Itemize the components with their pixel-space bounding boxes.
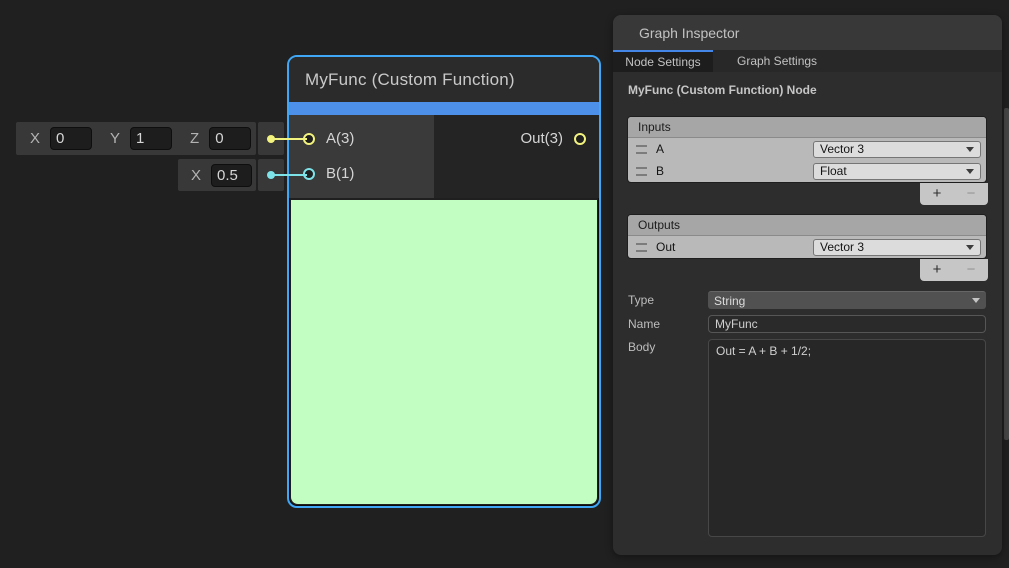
node-output-ports: Out(3)	[434, 115, 599, 198]
remove-input-button[interactable]: −	[967, 183, 976, 205]
input-a-type-value: Vector 3	[820, 142, 864, 156]
port-row-a: A(3)	[289, 121, 434, 156]
type-label: Type	[628, 293, 654, 307]
graph-inspector-panel: Graph Inspector Node Settings Graph Sett…	[613, 15, 1002, 555]
float-x-label: X	[191, 167, 201, 184]
type-value: String	[714, 294, 745, 308]
output-out-type-value: Vector 3	[820, 240, 864, 254]
vector3-input-widget: X 0 Y 1 Z 0	[16, 122, 256, 155]
inputs-add-remove-bar: + −	[920, 183, 988, 205]
edge-wire-b[interactable]	[271, 174, 307, 176]
vector3-x-label: X	[30, 130, 40, 147]
dropdown-arrow-icon	[966, 169, 974, 174]
port-a-label: A(3)	[326, 130, 354, 147]
output-port-out-icon[interactable]	[574, 133, 586, 145]
float-x-field[interactable]: 0.5	[211, 164, 252, 187]
input-b-name: B	[656, 164, 664, 178]
float-input-widget: X 0.5	[178, 159, 256, 191]
tab-graph-settings-label: Graph Settings	[737, 54, 817, 68]
port-row-out: Out(3)	[520, 121, 599, 156]
inspector-header[interactable]: Graph Inspector	[613, 15, 1002, 50]
add-output-button[interactable]: +	[933, 259, 942, 281]
drag-handle-icon[interactable]	[636, 145, 647, 154]
edge-wire-a[interactable]	[271, 138, 307, 140]
node-settings-heading: MyFunc (Custom Function) Node	[613, 72, 1002, 97]
body-label: Body	[628, 340, 655, 354]
tab-node-settings-label: Node Settings	[625, 55, 700, 69]
vector3-z-label: Z	[190, 130, 199, 147]
dropdown-arrow-icon	[966, 245, 974, 250]
outputs-add-remove-bar: + −	[920, 259, 988, 281]
port-row-b: B(1)	[289, 156, 434, 191]
dropdown-arrow-icon	[966, 147, 974, 152]
inputs-box-header: Inputs	[628, 117, 986, 138]
input-b-type-dropdown[interactable]: Float	[813, 163, 981, 180]
output-out-type-dropdown[interactable]: Vector 3	[813, 239, 981, 256]
port-out-label: Out(3)	[520, 130, 563, 147]
vector3-z-field[interactable]: 0	[209, 127, 251, 150]
vector3-x-field[interactable]: 0	[50, 127, 92, 150]
name-label: Name	[628, 317, 660, 331]
input-a-type-dropdown[interactable]: Vector 3	[813, 141, 981, 158]
body-field[interactable]: Out = A + B + 1/2;	[708, 339, 986, 537]
add-input-button[interactable]: +	[933, 183, 942, 205]
vector3-y-field[interactable]: 1	[130, 127, 172, 150]
remove-output-button[interactable]: −	[967, 259, 976, 281]
type-dropdown[interactable]: String	[708, 291, 986, 309]
custom-function-node[interactable]: MyFunc (Custom Function) A(3) B(1) Out(3…	[287, 55, 601, 508]
input-row-b[interactable]: B Float	[628, 160, 986, 182]
output-row-out[interactable]: Out Vector 3	[628, 236, 986, 258]
vector3-y-label: Y	[110, 130, 120, 147]
input-row-a[interactable]: A Vector 3	[628, 138, 986, 160]
window-scrollbar[interactable]	[1004, 108, 1009, 440]
node-selection-bar	[289, 102, 599, 115]
dropdown-arrow-icon	[972, 298, 980, 303]
name-field[interactable]	[708, 315, 986, 333]
inspector-tab-bar: Node Settings Graph Settings	[613, 50, 1002, 72]
outputs-box-header: Outputs	[628, 215, 986, 236]
input-b-type-value: Float	[820, 164, 847, 178]
inspector-title: Graph Inspector	[639, 25, 739, 41]
tab-node-settings[interactable]: Node Settings	[613, 50, 713, 72]
output-out-name: Out	[656, 240, 675, 254]
inputs-box: Inputs A Vector 3 B Float	[628, 117, 986, 182]
tab-graph-settings[interactable]: Graph Settings	[723, 50, 831, 72]
node-title[interactable]: MyFunc (Custom Function)	[289, 57, 599, 102]
drag-handle-icon[interactable]	[636, 167, 647, 176]
node-preview	[291, 200, 597, 504]
node-input-ports: A(3) B(1)	[289, 115, 434, 198]
input-a-name: A	[656, 142, 664, 156]
port-b-label: B(1)	[326, 165, 354, 182]
drag-handle-icon[interactable]	[636, 243, 647, 252]
outputs-box: Outputs Out Vector 3	[628, 215, 986, 258]
